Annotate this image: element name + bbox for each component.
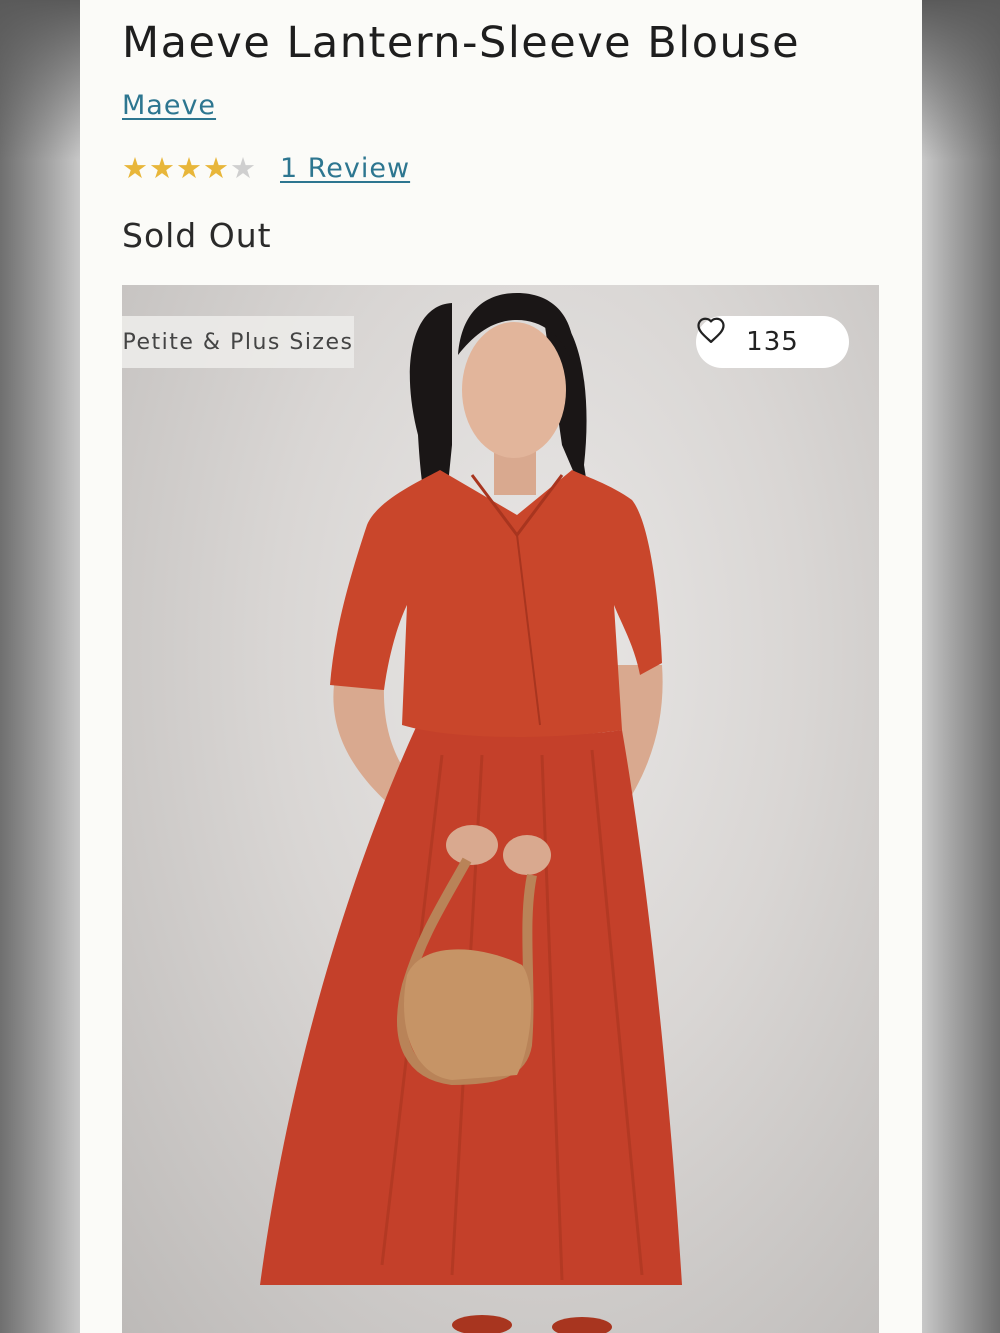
favorite-button[interactable]: 135 [696,316,849,368]
star-filled-icon: ★ [176,150,202,185]
product-title: Maeve Lantern-Sleeve Blouse [122,18,801,68]
model-photo [260,293,682,1333]
product-image[interactable]: Petite & Plus Sizes 135 [122,285,879,1333]
star-filled-icon: ★ [149,150,175,185]
star-empty-icon: ★ [230,150,256,185]
availability-status: Sold Out [122,216,272,255]
favorites-count: 135 [746,327,799,357]
heart-icon [697,317,725,343]
left-backdrop [0,0,80,1333]
size-range-badge: Petite & Plus Sizes [122,316,354,368]
reviews-link[interactable]: 1 Review [280,153,410,184]
product-panel: Maeve Lantern-Sleeve Blouse Maeve ★ ★ ★ ★ ★ … [80,0,922,1333]
brand-link[interactable]: Maeve [122,90,216,121]
rating-row: ★ ★ ★ ★ ★ 1 Review [122,150,410,186]
right-backdrop [922,0,1000,1333]
star-filled-icon: ★ [203,150,229,185]
star-filled-icon: ★ [122,150,148,185]
star-rating: ★ ★ ★ ★ ★ [122,150,256,185]
